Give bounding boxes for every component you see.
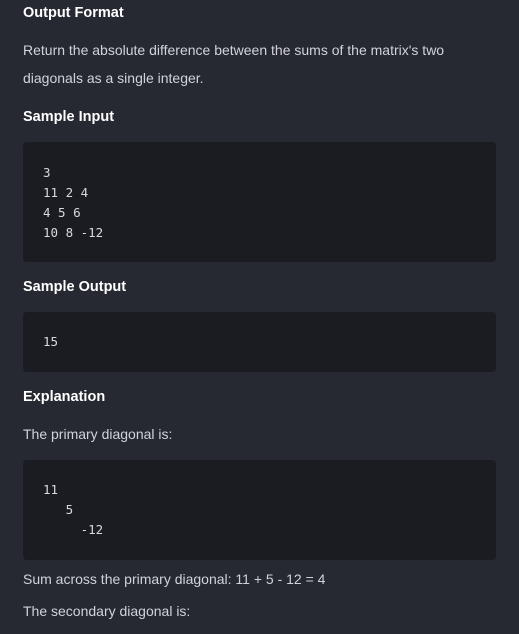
explanation-heading: Explanation bbox=[23, 389, 106, 405]
code-line: 3 bbox=[43, 165, 51, 180]
code-line: 11 bbox=[43, 482, 59, 497]
secondary-diagonal-intro: The secondary diagonal is: bbox=[23, 603, 191, 619]
primary-diagonal-intro: The primary diagonal is: bbox=[23, 426, 173, 442]
sample-output-code-block: 15 bbox=[23, 312, 496, 372]
code-line: 5 bbox=[43, 502, 74, 517]
sample-input-heading: Sample Input bbox=[23, 109, 115, 125]
output-format-heading: Output Format bbox=[23, 5, 124, 21]
primary-diagonal-sum: Sum across the primary diagonal: 11 + 5 … bbox=[23, 571, 326, 587]
primary-diagonal-code-block: 11 5 -12 bbox=[23, 460, 496, 560]
code-line: 4 5 6 bbox=[43, 205, 81, 220]
code-line: 15 bbox=[43, 334, 59, 349]
sample-input-code-block: 3 11 2 4 4 5 6 10 8 -12 bbox=[23, 142, 496, 262]
output-format-text: Return the absolute difference between t… bbox=[23, 42, 445, 86]
sample-output-heading: Sample Output bbox=[23, 279, 127, 295]
code-line: 10 8 -12 bbox=[43, 225, 104, 240]
code-line: 11 2 4 bbox=[43, 185, 89, 200]
code-line: -12 bbox=[43, 522, 104, 537]
